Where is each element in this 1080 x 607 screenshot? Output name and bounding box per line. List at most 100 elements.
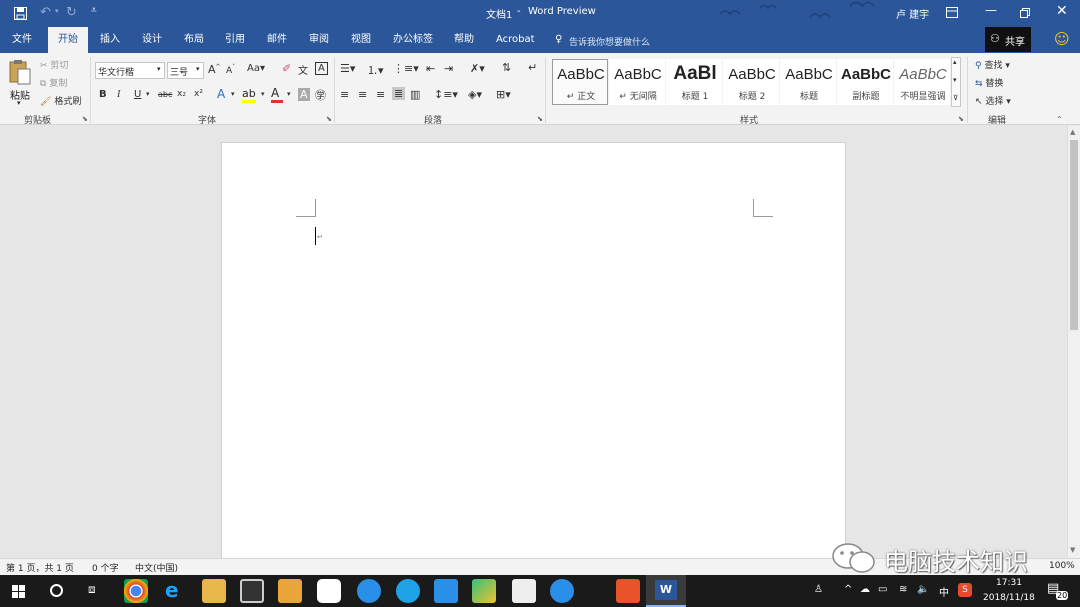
copy-button[interactable]: ⧉ 复制 [40, 76, 67, 89]
character-border-icon[interactable]: A [315, 62, 328, 75]
scroll-down-icon[interactable]: ▾ [953, 76, 957, 84]
volume-icon[interactable]: 🔈 [917, 584, 929, 595]
style-heading-1[interactable]: AaBl 标题 1 [666, 59, 722, 105]
undo-icon[interactable]: ↶ [40, 5, 51, 20]
font-name-select[interactable]: 华文行楷 ▾ [95, 62, 165, 79]
paste-dropdown-icon[interactable]: ▾ [17, 99, 21, 107]
people-icon[interactable]: ♙ [814, 584, 823, 595]
text-effects-icon[interactable]: A [217, 87, 225, 101]
style-subtle-emphasis[interactable]: AaBbC 不明显强调 [894, 59, 950, 105]
clock-date[interactable]: 2018/11/18 [983, 593, 1035, 603]
sort-icon[interactable]: ⇅ [502, 61, 511, 74]
tab-view[interactable]: 视图 [347, 27, 375, 53]
file-explorer-icon[interactable] [202, 579, 226, 603]
restore-icon[interactable] [1020, 8, 1030, 18]
page[interactable]: ↵ [221, 142, 846, 558]
video-player-icon[interactable] [278, 579, 302, 603]
highlight-dropdown-icon[interactable]: ▾ [261, 90, 265, 98]
tab-layout[interactable]: 布局 [180, 27, 208, 53]
scroll-up-icon[interactable]: ▴ [953, 58, 957, 66]
underline-button[interactable]: U [134, 89, 141, 100]
word-count[interactable]: 0 个字 [92, 561, 119, 574]
character-shading-icon[interactable]: A [298, 88, 310, 101]
chrome-icon[interactable] [124, 579, 148, 603]
clock-time[interactable]: 17:31 [996, 578, 1022, 588]
tab-mailings[interactable]: 邮件 [263, 27, 291, 53]
replace-button[interactable]: ⇆ 替换 [975, 76, 1003, 89]
borders-icon[interactable]: ⊞▾ [496, 88, 511, 101]
save-icon[interactable] [14, 7, 27, 20]
align-center-icon[interactable]: ≡ [358, 88, 367, 101]
page-count[interactable]: 第 1 页，共 1 页 [6, 561, 74, 574]
arrow-app-icon[interactable] [434, 579, 458, 603]
tab-design[interactable]: 设计 [138, 27, 166, 53]
paste-button[interactable]: 粘贴 ▾ [6, 57, 34, 109]
office-icon[interactable] [616, 579, 640, 603]
show-marks-icon[interactable]: ↵ [528, 61, 537, 74]
underline-dropdown-icon[interactable]: ▾ [146, 90, 150, 98]
cut-button[interactable]: ✂ 剪切 [40, 58, 68, 71]
network-icon[interactable]: ≋ [899, 584, 907, 595]
user-name[interactable]: 卢 建宇 [896, 6, 929, 21]
redo-icon[interactable]: ↻ [66, 5, 77, 20]
sogou-ime-icon[interactable]: S [958, 583, 972, 597]
tab-help[interactable]: 帮助 [450, 27, 478, 53]
highlight-button[interactable]: ab [242, 87, 256, 103]
tab-acrobat[interactable]: Acrobat [492, 27, 539, 53]
ribbon-display-options-icon[interactable] [946, 7, 958, 18]
font-color-button[interactable]: A [271, 86, 283, 103]
player-icon[interactable] [472, 579, 496, 603]
tab-insert[interactable]: 插入 [96, 27, 124, 53]
style-title[interactable]: AaBbC 标题 [780, 59, 836, 105]
sogou-icon[interactable] [550, 579, 574, 603]
multilevel-list-icon[interactable]: ⋮≡▾ [393, 62, 419, 75]
style-subtitle[interactable]: AaBbC 副标题 [837, 59, 893, 105]
subscript-button[interactable]: x₂ [177, 89, 186, 99]
search-circle-icon[interactable] [50, 584, 63, 597]
close-icon[interactable]: ✕ [1056, 3, 1068, 19]
text-effects-dropdown-icon[interactable]: ▾ [231, 90, 235, 98]
change-case-icon[interactable]: Aa▾ [247, 63, 265, 74]
font-size-select[interactable]: 三号 ▾ [167, 62, 204, 79]
edge-icon[interactable]: e [165, 578, 179, 602]
minimize-icon[interactable]: — [985, 3, 997, 17]
numbering-icon[interactable]: ⒈▾ [367, 62, 384, 78]
styles-launcher-icon[interactable]: ⬊ [958, 115, 964, 123]
tab-home[interactable]: 开始 [48, 27, 88, 53]
windows-start-icon[interactable] [12, 585, 25, 598]
strikethrough-button[interactable]: abc [158, 90, 172, 99]
bold-button[interactable]: B [99, 89, 107, 100]
language[interactable]: 中文(中国) [135, 561, 178, 574]
tab-file[interactable]: 文件 [8, 27, 36, 53]
scroll-thumb[interactable] [1070, 140, 1078, 330]
zoom-level[interactable]: 100% [1049, 561, 1075, 571]
style-heading-2[interactable]: AaBbC 标题 2 [723, 59, 779, 105]
decrease-indent-icon[interactable]: ⇤ [426, 62, 435, 75]
cloud-icon[interactable]: ☁ [860, 584, 870, 595]
collapse-ribbon-icon[interactable]: ⌃ [1056, 115, 1063, 124]
scroll-down-icon[interactable]: ▼ [1070, 546, 1075, 554]
enclose-characters-icon[interactable]: ㊫ [315, 87, 326, 103]
line-spacing-icon[interactable]: ↕≡▾ [434, 88, 458, 101]
justify-icon[interactable]: ≣ [392, 87, 406, 100]
shading-icon[interactable]: ◈▾ [468, 88, 482, 101]
kugou-icon[interactable] [357, 579, 381, 603]
superscript-button[interactable]: x² [194, 89, 203, 99]
italic-button[interactable]: I [117, 89, 120, 100]
style-normal[interactable]: AaBbC ↵ 正文 [552, 59, 608, 105]
vertical-scrollbar[interactable]: ▲ ▼ [1067, 126, 1080, 558]
app-c-icon[interactable] [396, 579, 420, 603]
battery-icon[interactable]: ▭ [878, 584, 887, 595]
style-no-spacing[interactable]: AaBbC ↵ 无间隔 [609, 59, 665, 105]
more-styles-icon[interactable]: ⊽ [953, 94, 958, 102]
ime-indicator[interactable]: 中 [939, 584, 949, 599]
tab-office-tab[interactable]: 办公标签 [389, 27, 437, 53]
align-left-icon[interactable]: ≡ [340, 88, 349, 101]
mail-icon[interactable] [512, 579, 536, 603]
clipboard-launcher-icon[interactable]: ⬊ [82, 115, 88, 123]
undo-dropdown-icon[interactable]: ▾ [55, 7, 59, 15]
smiley-feedback-icon[interactable]: ☺ [1054, 30, 1070, 48]
format-painter-button[interactable]: 🖌 格式刷 [40, 94, 81, 107]
tab-review[interactable]: 审阅 [305, 27, 333, 53]
word-taskbar-button[interactable]: W [646, 575, 686, 607]
